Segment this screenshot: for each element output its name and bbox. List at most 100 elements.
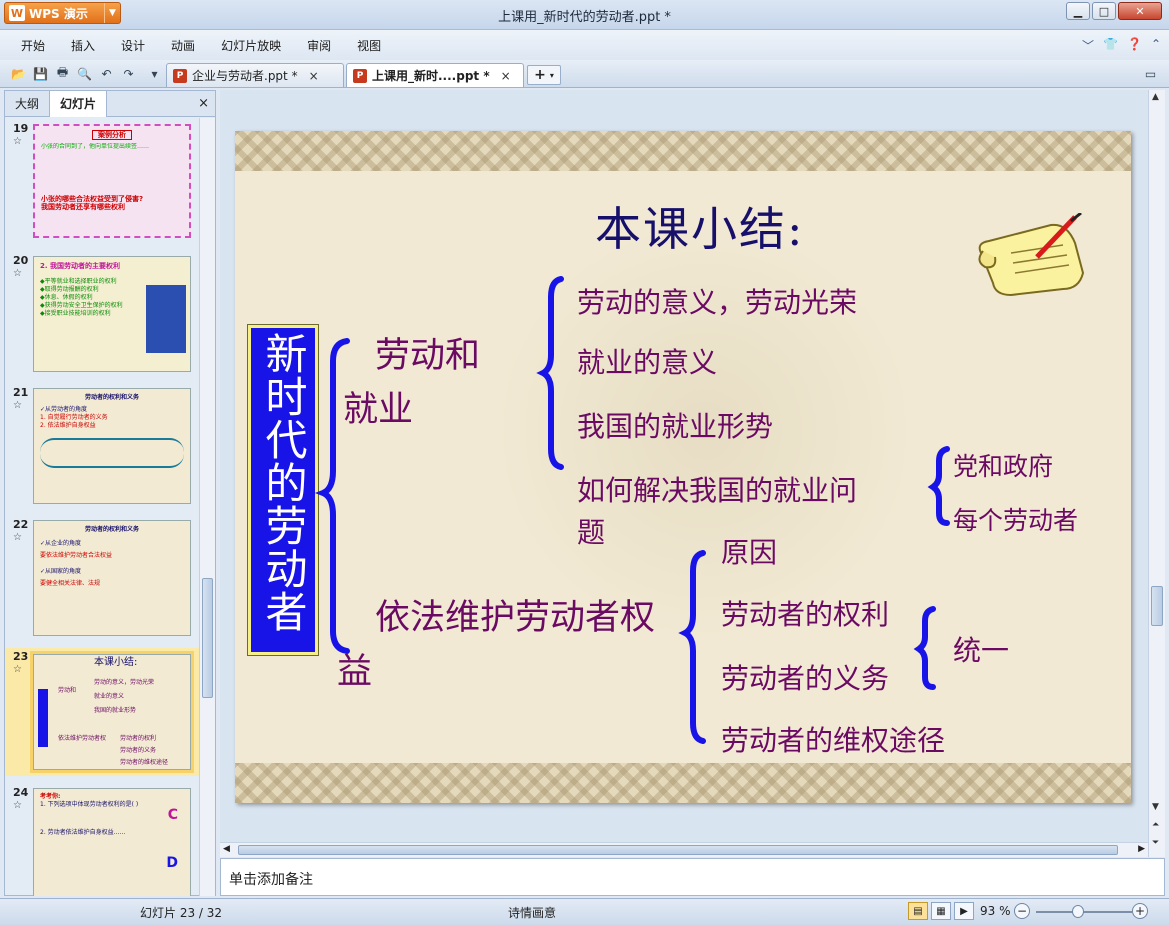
scrollbar-thumb[interactable] <box>1151 586 1163 626</box>
slide-number: 19 <box>13 122 29 135</box>
branch1-item[interactable]: 就业的意义 <box>577 341 717 381</box>
ppt-file-icon: P <box>353 68 367 83</box>
skin-icon[interactable]: 👕 <box>1103 37 1118 54</box>
maximize-button[interactable]: □ <box>1092 2 1116 20</box>
window-title: 上课用_新时代的劳动者.ppt * <box>498 10 671 25</box>
print-preview-icon[interactable]: 🔍 <box>76 65 93 82</box>
branch2-item[interactable]: 劳动者的权利 <box>721 593 889 633</box>
sub-item[interactable]: 每个劳动者 <box>953 501 1078 537</box>
unify-label[interactable]: 统一 <box>953 629 1009 669</box>
thumbnail-image: 本课小结: 劳动和 劳动的意义，劳动光荣 就业的意义 我国的就业形势 依法维护劳… <box>30 651 194 773</box>
thumbnail-image: 劳动者的权利和义务 ✓从劳动者的角度 1. 自觉履行劳动者的义务 2. 依法维护… <box>33 388 191 504</box>
thumb-text: 劳动者的权利和义务 <box>84 394 139 401</box>
menu-design[interactable]: 设计 <box>108 37 158 54</box>
next-slide-icon[interactable]: ⏷ <box>1152 838 1159 848</box>
customize-toolbar-icon[interactable]: ▾ <box>146 65 163 82</box>
notes-placeholder: 单击添加备注 <box>229 872 313 888</box>
new-tab-button[interactable]: + ▾ <box>527 65 561 85</box>
menu-review[interactable]: 审阅 <box>294 37 344 54</box>
animation-star-icon: ☆ <box>13 532 22 543</box>
help-icon[interactable]: ❓ <box>1127 37 1142 54</box>
undo-icon[interactable]: ↶ <box>98 65 115 82</box>
horizontal-scrollbar[interactable]: ◀ ▶ <box>220 842 1148 857</box>
animation-star-icon: ☆ <box>13 800 22 811</box>
thumb-text: 劳动的意义，劳动光荣 <box>94 679 155 686</box>
thumb-text: 就业的意义 <box>94 693 125 700</box>
sub-item[interactable]: 党和政府 <box>953 447 1053 483</box>
tab-list-icon[interactable]: ▭ <box>1142 65 1159 82</box>
scrollbar-thumb[interactable] <box>202 578 213 698</box>
scroll-right-icon[interactable]: ▶ <box>1138 844 1145 854</box>
open-icon[interactable]: 📂 <box>10 65 27 82</box>
thumb-text: 2. 依法维护自身权益 <box>40 422 96 429</box>
thumb-text: ✓从国家的角度 <box>40 568 82 575</box>
branch2-item[interactable]: 原因 <box>721 531 777 571</box>
vertical-scrollbar[interactable]: ▲ ▼ ⏶ ⏷ <box>1148 90 1165 857</box>
zoom-slider-handle[interactable] <box>1072 905 1084 918</box>
thumbnail-slide-22[interactable]: 22 ☆ 劳动者的权利和义务 ✓从企业的角度 要依法维护劳动者合法权益 ✓从国家… <box>5 516 199 640</box>
redo-icon[interactable]: ↷ <box>120 65 137 82</box>
menu-insert[interactable]: 插入 <box>58 37 108 54</box>
thumbnail-slide-20[interactable]: 20 ☆ 2. 我国劳动者的主要权利 ◆平等就业和选择职业的权利 ◆取得劳动报酬… <box>5 252 199 376</box>
slide-number: 22 <box>13 518 29 531</box>
print-icon[interactable]: 🖶 <box>54 65 71 82</box>
minimize-ribbon-icon[interactable]: ⌃ <box>1151 37 1161 54</box>
branch1-item[interactable]: 如何解决我国的就业问 <box>577 469 857 509</box>
close-window-button[interactable]: ✕ <box>1118 2 1162 20</box>
scroll-left-icon[interactable]: ◀ <box>223 844 230 854</box>
branch2-label[interactable]: 依法维护劳动者权 <box>375 589 655 640</box>
thumbnail-slide-19[interactable]: 19 ☆ 案例分析 小张的合同到了，他向单位提出续签…… 小张的哪些合法权益受到… <box>5 120 199 244</box>
menu-animation[interactable]: 动画 <box>158 37 208 54</box>
branch2-label-cont[interactable]: 益 <box>337 643 372 694</box>
notes-pane[interactable]: 单击添加备注 <box>220 858 1165 896</box>
save-icon[interactable]: 💾 <box>32 65 49 82</box>
branch1-label-cont[interactable]: 就业 <box>343 381 413 432</box>
slide-sorter-icon[interactable]: ▦ <box>931 902 951 920</box>
menu-view[interactable]: 视图 <box>344 37 394 54</box>
theme-name: 诗情画意 <box>508 906 557 920</box>
branch1-item[interactable]: 劳动的意义，劳动光荣 <box>577 281 857 321</box>
title-bar: W WPS 演示 ▼ 上课用_新时代的劳动者.ppt * ▁ □ ✕ <box>0 0 1169 30</box>
branch1-label[interactable]: 劳动和 <box>375 327 480 378</box>
branch1-item[interactable]: 我国的就业形势 <box>577 405 773 445</box>
thumb-text: 劳动者的义务 <box>120 747 157 754</box>
doc-tab-2[interactable]: P 上课用_新时....ppt * × <box>346 63 524 87</box>
chevron-down-icon[interactable]: ﹀ <box>1082 37 1094 54</box>
doc-tab-label: 上课用_新时....ppt * <box>372 69 490 83</box>
doc-tab-1[interactable]: P 企业与劳动者.ppt * × <box>166 63 344 87</box>
branch2-item[interactable]: 劳动者的义务 <box>721 657 889 697</box>
thumb-text: 我国的就业形势 <box>94 707 137 714</box>
slideshow-icon[interactable]: ▶ <box>954 902 974 920</box>
close-tab-icon[interactable]: × <box>501 69 511 83</box>
normal-view-icon[interactable]: ▤ <box>908 902 928 920</box>
minimize-button[interactable]: ▁ <box>1066 2 1090 20</box>
close-panel-icon[interactable]: × <box>198 96 209 111</box>
panel-scrollbar[interactable] <box>199 118 215 896</box>
scroll-up-icon[interactable]: ▲ <box>1152 92 1159 102</box>
thumb-text: 小张的哪些合法权益受到了侵害? <box>41 195 144 203</box>
tab-outline[interactable]: 大纲 <box>5 91 49 117</box>
close-tab-icon[interactable]: × <box>309 69 319 83</box>
zoom-out-button[interactable]: − <box>1014 903 1030 919</box>
thumb-text: 要依法维护劳动者合法权益 <box>40 552 113 559</box>
zoom-in-button[interactable]: + <box>1132 903 1148 919</box>
slide-number: 23 <box>13 650 29 663</box>
menu-slideshow[interactable]: 幻灯片放映 <box>208 37 294 54</box>
scrollbar-thumb[interactable] <box>238 845 1118 855</box>
menu-home[interactable]: 开始 <box>8 37 58 54</box>
thumbnail-slide-21[interactable]: 21 ☆ 劳动者的权利和义务 ✓从劳动者的角度 1. 自觉履行劳动者的义务 2.… <box>5 384 199 508</box>
branch1-item-cont[interactable]: 题 <box>577 511 605 551</box>
branch2-item[interactable]: 劳动者的维权途径 <box>721 719 945 759</box>
zoom-slider[interactable] <box>1036 911 1132 913</box>
thumbnail-slide-24[interactable]: 24 ☆ 考考你: 1. 下列选项中体现劳动者权利的是( ) C 2. 劳动者依… <box>5 784 199 896</box>
thumb-text: ✓从劳动者的角度 <box>40 406 88 413</box>
animation-star-icon: ☆ <box>13 664 22 675</box>
tab-slides[interactable]: 幻灯片 <box>49 90 108 117</box>
panel-tabs: 大纲 幻灯片 × <box>5 90 215 117</box>
slide-canvas[interactable]: 本课小结: 新时代的劳动者 劳动和 就业 劳动的意义，劳动光荣 就业的意义 我国… <box>235 131 1131 803</box>
thumb-text: 本课小结: <box>94 657 138 668</box>
prev-slide-icon[interactable]: ⏶ <box>1152 820 1159 830</box>
scroll-down-icon[interactable]: ▼ <box>1152 802 1159 812</box>
thumbnail-slide-23[interactable]: 23 ☆ 本课小结: 劳动和 劳动的意义，劳动光荣 就业的意义 我国的就业形势 … <box>5 648 199 776</box>
thumb-text: C <box>167 807 178 823</box>
